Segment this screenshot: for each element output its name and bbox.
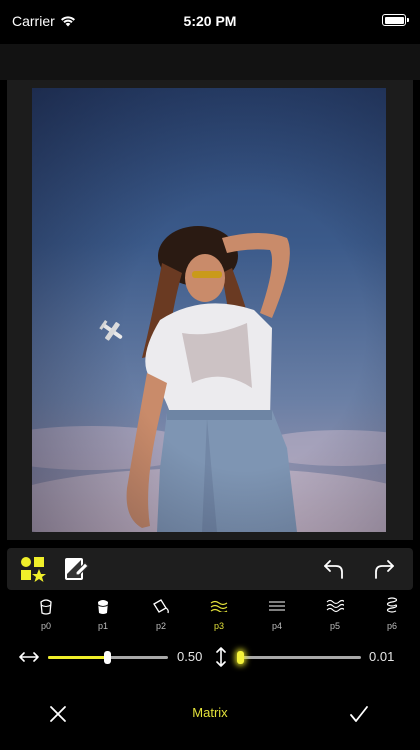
confirm-button[interactable] [347,702,371,726]
vertical-slider-track[interactable] [237,656,361,659]
filter-label: p5 [329,621,340,631]
filter-label: p4 [271,621,282,631]
undo-button[interactable] [319,554,349,584]
redo-icon [375,560,394,579]
shapes-icon [21,557,46,582]
filter-label: p2 [155,621,166,631]
eraser-icon [65,558,89,580]
horizontal-slider-thumb[interactable] [104,651,111,664]
filter-p4[interactable]: p4 [257,596,297,631]
battery-icon [382,14,409,26]
shapes-button[interactable] [18,554,48,584]
filter-p6[interactable]: p6 [372,596,412,631]
editor-canvas [7,80,413,540]
redo-button[interactable] [369,554,399,584]
undo-icon [324,560,343,579]
paint-bucket-icon [26,596,66,616]
horizontal-arrows-icon [19,652,39,662]
status-bar: Carrier 5:20 PM [0,0,420,44]
clock: 5:20 PM [183,13,237,29]
vertical-arrows-icon [216,647,226,667]
filter-p3[interactable]: p3 [199,596,239,631]
bottom-bar: Matrix [0,690,420,736]
filter-label: p0 [40,621,51,631]
filter-p0[interactable]: p0 [26,596,66,631]
checkmark-icon [350,706,368,722]
filter-label: p6 [386,621,397,631]
wave-lines-icon [199,596,239,616]
editor-toolbar [7,548,413,590]
vertical-slider-value: 0.01 [369,649,395,664]
filter-label: p3 [213,621,224,631]
nav-bar [0,44,420,80]
eraser-button[interactable] [61,554,91,584]
horizontal-slider-value: 0.50 [177,649,203,664]
paint-bucket-filled-icon [83,596,123,616]
filter-label: p1 [97,621,108,631]
filter-p5[interactable]: p5 [315,596,355,631]
vertical-slider-thumb[interactable] [237,651,244,664]
pour-bucket-icon [141,596,181,616]
filter-presets: p0 p1 p2 p3 p4 p5 p6 [0,596,420,638]
straight-lines-icon [257,596,297,616]
filter-p2[interactable]: p2 [141,596,181,631]
filter-p1[interactable]: p1 [83,596,123,631]
slider-row: 0.50 0.01 [0,644,420,670]
coil-icon [372,596,412,616]
water-waves-icon [315,596,355,616]
horizontal-slider-fill [48,656,108,659]
photo-preview[interactable] [32,88,386,532]
